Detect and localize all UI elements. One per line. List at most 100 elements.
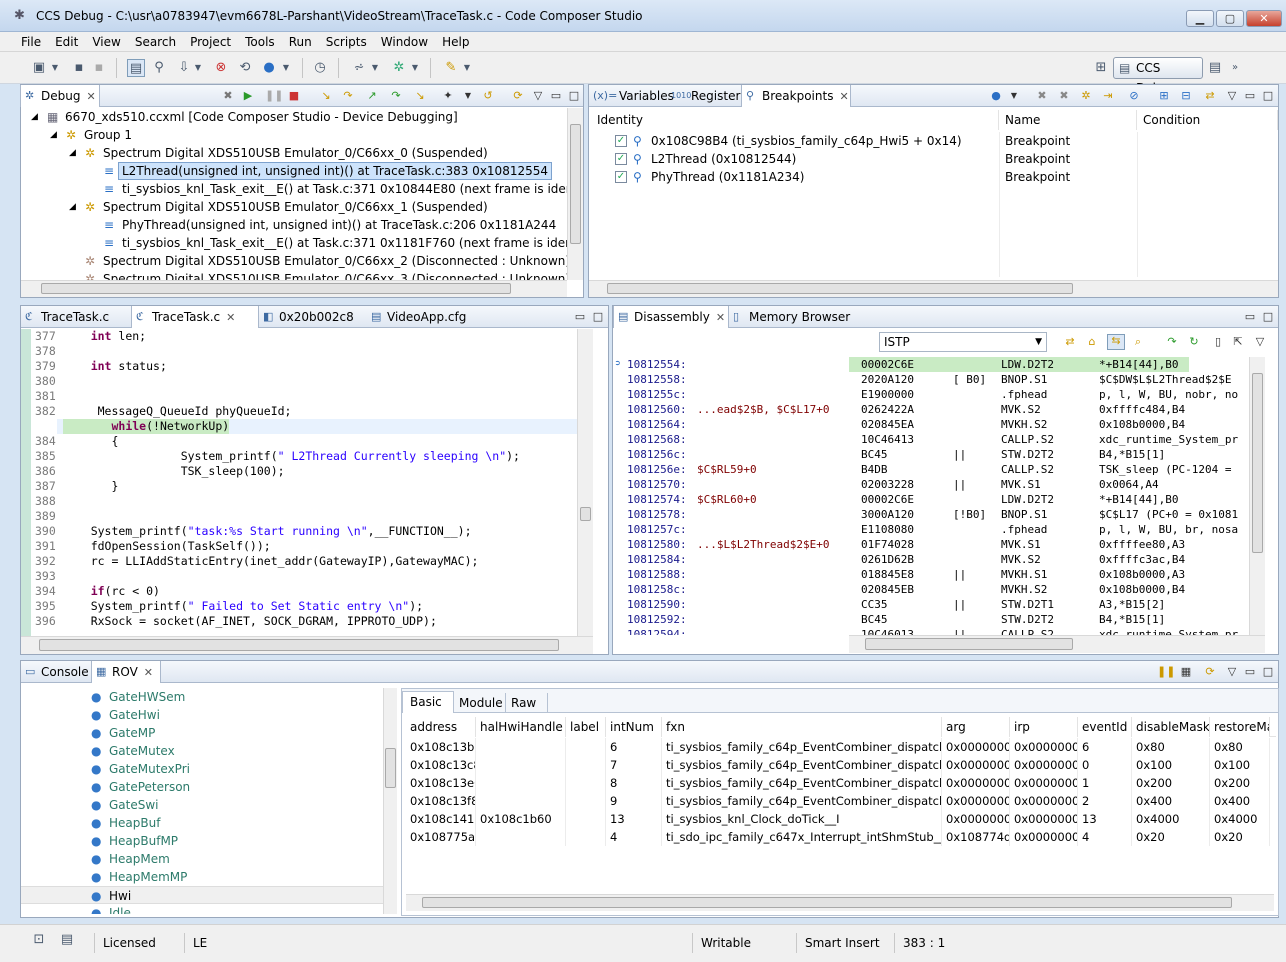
disassembly-row[interactable]: 10812560: ...ead$2$B, $C$L17+0 0262422A MVK…: [613, 402, 1249, 417]
view-menu-icon[interactable]: ▽: [1253, 336, 1267, 348]
suspend-icon[interactable]: ❚❚: [265, 90, 283, 102]
step-return-icon[interactable]: ↗: [365, 90, 379, 102]
debug-tree-item[interactable]: ◢ ✲ Spectrum Digital XDS510USB Emulator_0/…: [21, 198, 567, 216]
rov-hscroll-thumb[interactable]: [422, 897, 1232, 908]
editor-vscrollbar[interactable]: [577, 329, 593, 636]
rov-module-item[interactable]: ● HeapBuf: [21, 814, 383, 832]
maximize-view-icon[interactable]: □: [567, 90, 581, 102]
rov-tree-vscroll-thumb[interactable]: [385, 748, 396, 788]
code-line[interactable]: 387 }: [21, 479, 577, 494]
minimize-view-icon[interactable]: ▭: [1243, 90, 1257, 102]
rov-module-item[interactable]: ● Hwi: [21, 886, 383, 904]
save-all-icon[interactable]: ▪: [90, 59, 108, 77]
code-line[interactable]: 384 {: [21, 434, 577, 449]
rov-module-item[interactable]: ● GateMutexPri: [21, 760, 383, 778]
disassembly-row[interactable]: 10812590: CC35 || STW.D2T1 A3,*B15[2]: [613, 597, 1249, 612]
tab-registers[interactable]: 1010 Registers: [667, 85, 747, 107]
rov-module-item[interactable]: ● GateSwi: [21, 796, 383, 814]
maximize-button[interactable]: ▢: [1216, 10, 1244, 27]
tab-debug[interactable]: ✲ Debug ✕: [20, 85, 100, 107]
disassembly-row[interactable]: 1081256e: $C$RL59+0 B4DB CALLP.S2 TSK_sleep …: [613, 462, 1249, 477]
code-line[interactable]: 377 int len;: [21, 329, 577, 344]
rov-module-item[interactable]: ● HeapMemMP: [21, 868, 383, 886]
minimize-view-icon[interactable]: ▭: [549, 90, 563, 102]
breakpoints-hscroll-thumb[interactable]: [607, 283, 1073, 294]
disassembly-row[interactable]: 1081256c: BC45 || STW.D2T2 B4,*B15[1]: [613, 447, 1249, 462]
code-line[interactable]: 395 System_printf(" Failed to Set Static…: [21, 599, 577, 614]
breakpoint-enable-checkbox[interactable]: ✓: [615, 153, 627, 165]
editor-hscroll-thumb[interactable]: [39, 639, 559, 651]
new-dropdown-icon[interactable]: ▼: [50, 59, 60, 77]
code-line[interactable]: 378: [21, 344, 577, 359]
rov-column-arg[interactable]: arg: [942, 717, 1010, 737]
menu-window[interactable]: Window: [374, 32, 435, 52]
rov-module-item[interactable]: ● GateHwi: [21, 706, 383, 724]
load-dropdown-icon[interactable]: ▼: [193, 59, 203, 77]
close-tab-icon[interactable]: ✕: [144, 666, 153, 679]
menu-edit[interactable]: Edit: [48, 32, 85, 52]
pin-dropdown-icon[interactable]: ▼: [462, 59, 472, 77]
editor-vscroll-thumb[interactable]: [580, 507, 591, 521]
rov-module-item[interactable]: ● HeapBufMP: [21, 832, 383, 850]
debug-tree-item[interactable]: ≡ L2Thread(unsigned int, unsigned int)() …: [21, 162, 567, 180]
debug-tree-item[interactable]: ✲ Spectrum Digital XDS510USB Emulator_0/C…: [21, 252, 567, 270]
step-over-icon[interactable]: ↷: [341, 90, 355, 102]
show-source-icon[interactable]: ⌕: [1131, 336, 1145, 348]
assembly-step-into-icon[interactable]: ↘: [413, 90, 427, 102]
disassembly-row[interactable]: 10812558: 2020A120 [ B0] BNOP.S1 $C$DW$L$L2T…: [613, 372, 1249, 387]
restart-icon[interactable]: ↺: [481, 90, 495, 102]
rov-column-address[interactable]: address: [406, 717, 476, 737]
view-menu-icon[interactable]: ▽: [1225, 666, 1239, 678]
tab-breakpoints[interactable]: ⚲ Breakpoints ✕: [741, 85, 851, 107]
debug-tree-item[interactable]: ≡ ti_sysbios_knl_Task_exit__E() at Task.c…: [21, 180, 567, 198]
maximize-view-icon[interactable]: □: [1261, 666, 1275, 678]
save-icon[interactable]: ▪: [70, 59, 88, 77]
disassembly-row[interactable]: 1081258c: 020845EB MVKH.S2 0x108b0000,B4: [613, 582, 1249, 597]
expand-toggle-icon[interactable]: ◢: [50, 126, 57, 144]
tab-memory-browser[interactable]: ▯ Memory Browser: [729, 306, 850, 328]
assembly-step-over-icon[interactable]: ↷: [1165, 336, 1179, 348]
terminate-icon[interactable]: ■: [287, 90, 301, 102]
graph-dropdown-icon[interactable]: ▼: [370, 59, 380, 77]
disassembly-vscrollbar[interactable]: [1249, 357, 1265, 635]
refresh-disassembly-icon[interactable]: ▯: [1211, 336, 1225, 348]
debug-tree-item[interactable]: ≡ ti_sysbios_knl_Task_exit__E() at Task.c…: [21, 234, 567, 252]
minimize-view-icon[interactable]: ▭: [1243, 666, 1257, 678]
tab-disassembly[interactable]: ▤ Disassembly ✕: [613, 306, 729, 328]
code-area[interactable]: 377 int len; 378 379 int status; 380 381 382 …: [21, 329, 577, 636]
subtab-raw[interactable]: Raw: [506, 693, 548, 713]
perspective-edit-icon[interactable]: ▤: [1206, 59, 1224, 77]
tab-rov[interactable]: ▦ ROV ✕: [91, 661, 161, 683]
code-line[interactable]: 396 RxSock = socket(AF_INET, SOCK_DGRAM,…: [21, 614, 577, 629]
maximize-view-icon[interactable]: □: [591, 311, 605, 323]
pin-icon[interactable]: ✎: [442, 59, 460, 77]
debug-hscrollbar[interactable]: [21, 280, 567, 297]
rov-module-item[interactable]: ● GateMP: [21, 724, 383, 742]
perspective-ccs-debug[interactable]: ▤CCS Debug: [1113, 57, 1203, 95]
column-identity[interactable]: Identity: [589, 110, 999, 130]
rov-column-fxn[interactable]: fxn: [662, 717, 942, 737]
disassembly-listing[interactable]: ➲ 10812554: 00002C6E LDW.D2T2 *+B14[44],B0 10…: [613, 357, 1249, 635]
show-breakpoints-icon[interactable]: ✲: [1079, 90, 1093, 102]
clock-icon[interactable]: ◷: [311, 59, 329, 77]
tools-dropdown-icon[interactable]: ▼: [410, 59, 420, 77]
graph-icon[interactable]: ⩫: [350, 59, 368, 77]
column-condition[interactable]: Condition: [1137, 110, 1278, 130]
open-perspective-icon[interactable]: ⊞: [1092, 59, 1110, 77]
close-tab-icon[interactable]: ✕: [226, 311, 235, 324]
skip-breakpoints-icon[interactable]: ⊘: [1127, 90, 1141, 102]
breakpoint-row[interactable]: ✓ ⚲ 0x108C98B4 (ti_sysbios_family_c64p_Hwi…: [589, 132, 1278, 150]
code-line[interactable]: 392 rc = LLIAddStaticEntry(inet_addr(Gat…: [21, 554, 577, 569]
breakpoints-hscrollbar[interactable]: [589, 280, 1278, 297]
rov-column-restoreMask[interactable]: restoreMask: [1210, 717, 1270, 737]
location-combo[interactable]: ISTP ▼: [879, 332, 1047, 352]
rov-module-item[interactable]: ● GatePeterson: [21, 778, 383, 796]
disassembly-row[interactable]: 10812580: ...$L$L2Thread$2$E+0 01F74028 MVK…: [613, 537, 1249, 552]
load-program-icon[interactable]: ⇩: [175, 59, 193, 77]
remove-terminated-icon[interactable]: ✖: [221, 90, 235, 102]
tab-tracetask-c-2[interactable]: ℭ TraceTask.c ✕: [131, 306, 259, 328]
rov-table-row[interactable]: 0x108c1410 0x108c1b60 13 ti_sysbios_knl_Clo…: [406, 810, 1276, 828]
menu-view[interactable]: View: [85, 32, 127, 52]
code-line[interactable]: 382 MessageQ_QueueId phyQueueId;: [21, 404, 577, 419]
rov-tree-vscrollbar[interactable]: [383, 688, 397, 914]
